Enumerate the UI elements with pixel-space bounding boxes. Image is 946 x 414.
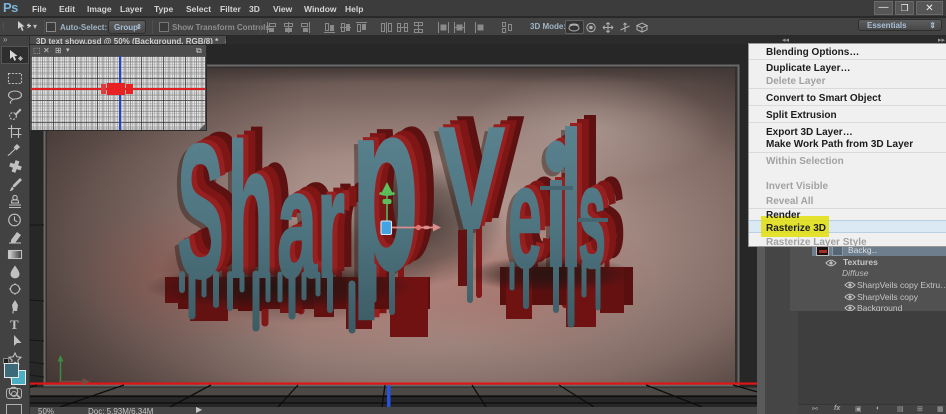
svg-text:T: T [10, 317, 19, 332]
